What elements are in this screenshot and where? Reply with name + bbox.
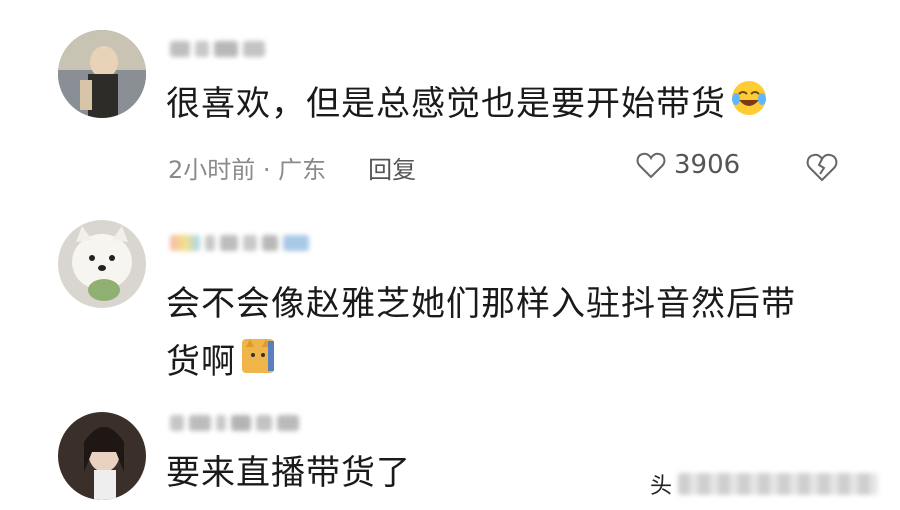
comment-text-content: 要来直播带货了 (166, 453, 411, 493)
reply-button[interactable]: 回复 (368, 150, 416, 185)
heart-outline-icon (636, 152, 666, 179)
comment-text-line2: 货啊 (166, 342, 236, 382)
dislike-button[interactable] (806, 152, 838, 186)
avatar[interactable] (58, 412, 146, 500)
comment-text-line1: 会不会像赵雅芝她们那样入驻抖音然后带 (166, 284, 796, 324)
watermark-blurred-text (678, 473, 879, 495)
watermark-prefix: 头 (650, 474, 673, 499)
comment-meta: 2小时前 · 广东 回复 (168, 150, 416, 185)
comment-text: 很喜欢，但是总感觉也是要开始带货 (166, 75, 856, 135)
like-count: 3906 (674, 150, 741, 180)
avatar-photo (58, 30, 146, 118)
avatar-photo (58, 412, 146, 500)
comment-time-location: 2小时前 · 广东 (168, 156, 327, 184)
comment-text: 会不会像赵雅芝她们那样入驻抖音然后带 货啊 (166, 275, 856, 393)
avatar-photo (58, 220, 146, 308)
like-button[interactable]: 3906 (636, 150, 740, 180)
laughing-tears-emoji (730, 77, 768, 135)
username-blurred[interactable] (170, 38, 265, 60)
username-blurred[interactable] (170, 232, 309, 254)
comment-item: 会不会像赵雅芝她们那样入驻抖音然后带 货啊 (0, 200, 900, 400)
avatar[interactable] (58, 30, 146, 118)
comment-text-content: 很喜欢，但是总感觉也是要开始带货 (166, 84, 726, 124)
broken-heart-icon (806, 153, 838, 182)
watermark: 头 (650, 468, 879, 500)
comment-item: 很喜欢，但是总感觉也是要开始带货 2小时前 · 广东 回复 3906 (0, 0, 900, 200)
username-blurred[interactable] (170, 412, 299, 434)
avatar[interactable] (58, 220, 146, 308)
cat-emoji (240, 335, 276, 393)
